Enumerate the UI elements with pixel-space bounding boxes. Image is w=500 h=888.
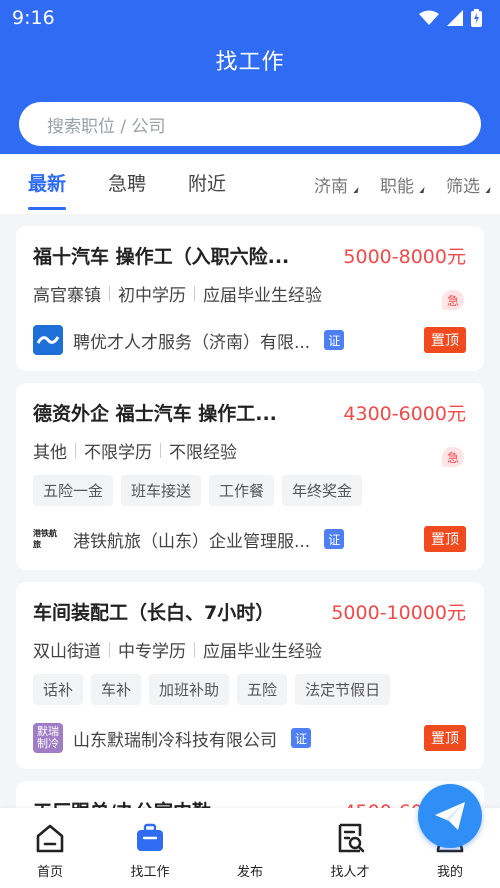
job-tag: 法定节假日: [295, 674, 391, 705]
job-tags: 话补 车补 加班补助 五险 法定节假日: [33, 674, 466, 705]
company-row: 港铁航旅 港铁航旅（山东）企业管理服... 证 置顶: [33, 524, 466, 554]
pinned-badge: 置顶: [424, 526, 466, 552]
job-salary: 5000-8000元: [343, 246, 466, 268]
job-tag: 五险: [237, 674, 288, 705]
job-education: 初中学历: [118, 286, 186, 306]
home-icon: [33, 821, 67, 855]
urgent-badge: 急: [442, 447, 464, 467]
company-name: 山东默瑞制冷科技有限公司: [73, 730, 277, 751]
job-location: 其他: [33, 443, 67, 463]
battery-icon: [471, 9, 482, 27]
pinned-badge: 置顶: [424, 725, 466, 751]
company-row: 聘优才人才服务（济南）有限... 证 置顶: [33, 325, 466, 355]
filter-function[interactable]: 职能: [380, 172, 425, 197]
urgent-badge: 急: [442, 290, 464, 310]
filter-function-label: 职能: [380, 176, 414, 197]
company-logo-text: 默瑞制冷: [37, 725, 59, 750]
job-salary: 5000-10000元: [331, 602, 466, 624]
send-icon: [435, 802, 465, 830]
wave-logo-icon: [37, 336, 59, 344]
job-experience: 应届毕业生经验: [203, 642, 322, 662]
job-location: 双山街道: [33, 642, 101, 662]
filter-more-label: 筛选: [446, 176, 480, 197]
nav-talent-label: 找人才: [330, 865, 370, 880]
tab-bar: 最新 急聘 附近 济南 职能 筛选: [0, 154, 500, 214]
job-tag: 话补: [33, 674, 84, 705]
nav-jobs[interactable]: 找工作: [100, 808, 200, 888]
job-tag: 班车接送: [121, 475, 202, 506]
job-tag: 工作餐: [209, 475, 275, 506]
job-salary: 4300-6000元: [343, 403, 466, 425]
post-fab-button[interactable]: [418, 784, 482, 848]
filter-city[interactable]: 济南: [314, 172, 359, 197]
company-logo: 默瑞制冷: [33, 723, 63, 753]
certified-badge: 证: [324, 330, 345, 350]
nav-home[interactable]: 首页: [0, 808, 100, 888]
search-placeholder: 搜索职位 / 公司: [47, 116, 166, 137]
company-name: 港铁航旅（山东）企业管理服...: [73, 531, 311, 552]
company-name: 聘优才人才服务（济南）有限...: [73, 332, 311, 353]
nav-home-label: 首页: [36, 865, 63, 880]
job-title: 德资外企 福士汽车 操作工...: [33, 403, 277, 425]
job-title: 福十汽车 操作工（入职六险...: [33, 246, 290, 268]
job-title: 车间装配工（长白、7小时）: [33, 602, 275, 624]
nav-jobs-label: 找工作: [130, 865, 170, 880]
triangle-icon: [419, 187, 425, 193]
status-bar: 9:16: [0, 0, 500, 36]
job-tag: 年终奖金: [282, 475, 363, 506]
job-tag: 车补: [91, 674, 142, 705]
search-input[interactable]: 搜索职位 / 公司: [19, 102, 481, 146]
company-logo-text: 港铁航旅: [33, 529, 57, 549]
nav-talent[interactable]: 找人才: [300, 808, 400, 888]
job-meta: 双山街道 中专学历 应届毕业生经验: [33, 637, 466, 662]
filter-bar: 济南 职能 筛选: [292, 154, 491, 214]
job-meta: 其他 不限学历 不限经验: [33, 438, 466, 463]
signal-icon: [447, 10, 463, 26]
nav-post-label: 发布: [236, 865, 263, 880]
nav-post[interactable]: 发布: [200, 784, 482, 888]
certified-badge: 证: [291, 728, 311, 748]
job-card[interactable]: 德资外企 福士汽车 操作工... 4300-6000元 其他 不限学历 不限经验…: [16, 383, 484, 570]
job-experience: 不限经验: [169, 443, 237, 463]
tab-latest[interactable]: 最新: [28, 154, 67, 214]
certified-badge: 证: [324, 529, 345, 549]
header: 找工作 搜索职位 / 公司: [0, 36, 500, 154]
job-tag: 五险一金: [33, 475, 114, 506]
briefcase-icon: [133, 821, 167, 855]
talent-search-icon: [333, 821, 367, 855]
filter-city-label: 济南: [314, 176, 348, 197]
tab-urgent[interactable]: 急聘: [108, 154, 146, 214]
triangle-icon: [485, 187, 491, 193]
job-tag: 加班补助: [149, 674, 230, 705]
job-card[interactable]: 车间装配工（长白、7小时） 5000-10000元 双山街道 中专学历 应届毕业…: [16, 582, 484, 769]
job-education: 中专学历: [118, 642, 186, 662]
status-time: 9:16: [12, 7, 55, 29]
company-row: 默瑞制冷 山东默瑞制冷科技有限公司 证 置顶: [33, 723, 466, 753]
wifi-icon: [419, 10, 439, 25]
status-icons: [419, 9, 482, 27]
job-card[interactable]: 福十汽车 操作工（入职六险... 5000-8000元 高官寨镇 初中学历 应届…: [16, 226, 484, 371]
pinned-badge: 置顶: [424, 327, 466, 353]
job-list: 福十汽车 操作工（入职六险... 5000-8000元 高官寨镇 初中学历 应届…: [0, 226, 500, 881]
nav-mine-label: 我的: [436, 865, 463, 880]
job-education: 不限学历: [84, 443, 152, 463]
page-title: 找工作: [215, 50, 285, 75]
triangle-icon: [353, 187, 359, 193]
job-experience: 应届毕业生经验: [203, 286, 322, 306]
job-tags: 五险一金 班车接送 工作餐 年终奖金: [33, 475, 466, 506]
filter-more[interactable]: 筛选: [446, 172, 491, 197]
bottom-nav: 首页 找工作 发布 找人才 我的: [0, 784, 500, 888]
job-location: 高官寨镇: [33, 286, 101, 306]
tab-nearby[interactable]: 附近: [188, 154, 226, 214]
company-logo: 港铁航旅: [33, 524, 63, 554]
company-logo: [33, 325, 63, 355]
job-meta: 高官寨镇 初中学历 应届毕业生经验: [33, 281, 466, 306]
